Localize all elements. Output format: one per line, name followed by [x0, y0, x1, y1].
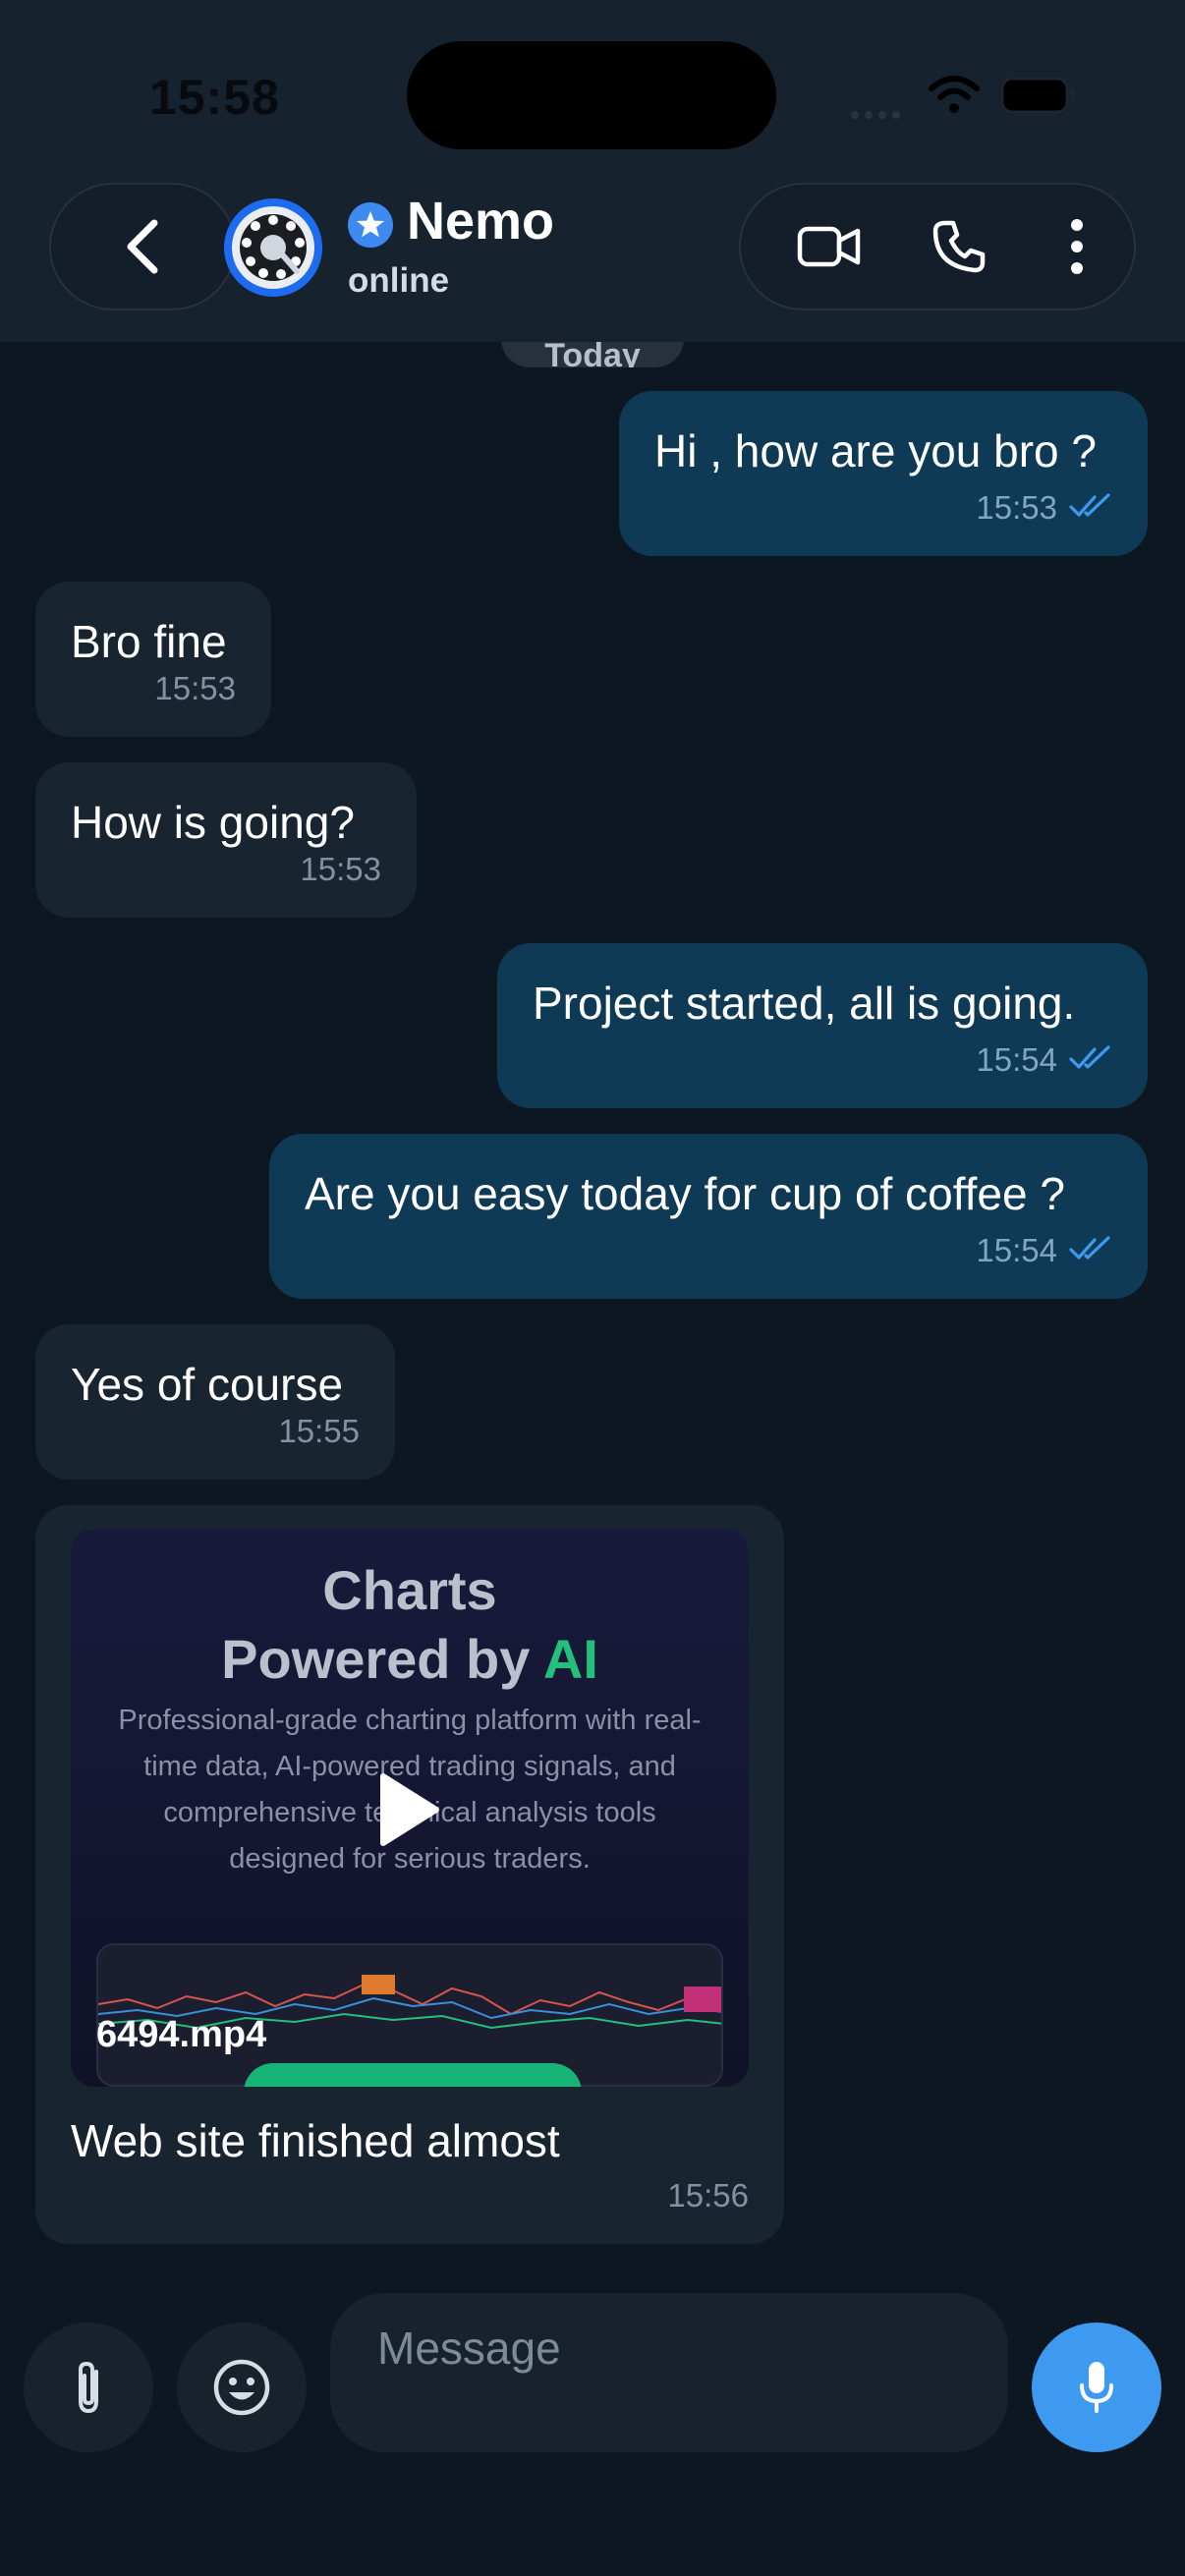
- message-meta: 15:53: [300, 851, 381, 888]
- video-caption: Web site finished almost: [71, 2115, 560, 2166]
- thumbnail-title-line1: Charts: [322, 1559, 497, 1621]
- phone-call-icon: [932, 220, 986, 273]
- video-call-icon: [797, 226, 861, 267]
- dynamic-island: [407, 41, 776, 149]
- verified-star-icon: [346, 200, 395, 254]
- header-actions: [739, 183, 1136, 310]
- message-meta: 15:54: [976, 1232, 1112, 1269]
- message-meta: 15:56: [667, 2177, 749, 2214]
- message-time: 15:54: [976, 1041, 1057, 1078]
- battery-icon: [1000, 77, 1077, 119]
- emoji-button[interactable]: [177, 2323, 307, 2452]
- message-bubble-incoming[interactable]: How is going? 15:53: [35, 762, 417, 918]
- video-file-name: 6494.mp4: [96, 2014, 267, 2055]
- attach-button[interactable]: [24, 2323, 153, 2452]
- chat-header: 15:58 Nemo online: [0, 0, 1185, 342]
- message-bubble-incoming[interactable]: Yes of course 15:55: [35, 1324, 395, 1480]
- message-text: Are you easy today for cup of coffee ?: [305, 1168, 1065, 1219]
- smiley-icon: [213, 2359, 270, 2416]
- wifi-icon: [928, 75, 981, 119]
- microphone-icon: [1080, 2362, 1113, 2413]
- message-text: Project started, all is going.: [533, 978, 1076, 1029]
- thumbnail-title-line2: Powered by AI: [221, 1628, 598, 1690]
- play-icon[interactable]: [375, 1770, 444, 1854]
- message-meta: 15:53: [976, 489, 1112, 527]
- status-bar-time: 15:58: [149, 70, 280, 125]
- message-bubble-video[interactable]: Charts Powered by AI Professional-grade …: [35, 1505, 784, 2244]
- read-ticks-icon: [1069, 489, 1112, 527]
- video-thumbnail[interactable]: Charts Powered by AI Professional-grade …: [71, 1529, 749, 2087]
- message-time: 15:53: [154, 670, 236, 706]
- message-time: 15:56: [667, 2177, 749, 2213]
- read-ticks-icon: [1069, 1041, 1112, 1079]
- message-bubble-outgoing[interactable]: Are you easy today for cup of coffee ? 1…: [269, 1134, 1148, 1299]
- voice-record-button[interactable]: [1032, 2323, 1161, 2452]
- message-meta: 15:53: [154, 670, 236, 707]
- message-bubble-outgoing[interactable]: Project started, all is going. 15:54: [497, 943, 1148, 1108]
- message-time: 15:53: [300, 851, 381, 887]
- back-chevron-icon: [127, 219, 158, 274]
- cellular-signal-icon: [851, 106, 906, 119]
- message-time: 15:55: [278, 1413, 360, 1449]
- message-meta: 15:54: [976, 1041, 1112, 1079]
- message-text: How is going?: [71, 797, 355, 848]
- contact-avatar[interactable]: [224, 198, 322, 297]
- message-time: 15:53: [976, 489, 1057, 526]
- back-button[interactable]: [49, 183, 236, 310]
- contact-status: online: [348, 261, 450, 300]
- message-text: Hi , how are you bro ?: [654, 425, 1098, 476]
- paperclip-icon: [79, 2361, 98, 2414]
- chat-screen: Today Hi , how are you bro ? 15:53 Bro f…: [0, 0, 1185, 2576]
- thumbnail-cta-button: [244, 2063, 582, 2087]
- message-bubble-outgoing[interactable]: Hi , how are you bro ? 15:53: [619, 391, 1148, 556]
- contact-name[interactable]: Nemo: [407, 191, 554, 252]
- voice-call-button[interactable]: [900, 185, 1018, 308]
- message-text: Bro fine: [71, 616, 227, 667]
- message-meta: 15:55: [278, 1413, 360, 1450]
- more-options-button[interactable]: [1028, 185, 1126, 308]
- more-vertical-icon: [1071, 219, 1083, 274]
- message-bubble-incoming[interactable]: Bro fine 15:53: [35, 582, 271, 737]
- message-time: 15:54: [976, 1232, 1057, 1268]
- read-ticks-icon: [1069, 1232, 1112, 1269]
- message-text: Yes of course: [71, 1359, 344, 1410]
- message-input[interactable]: [330, 2293, 1008, 2452]
- video-call-button[interactable]: [770, 185, 888, 308]
